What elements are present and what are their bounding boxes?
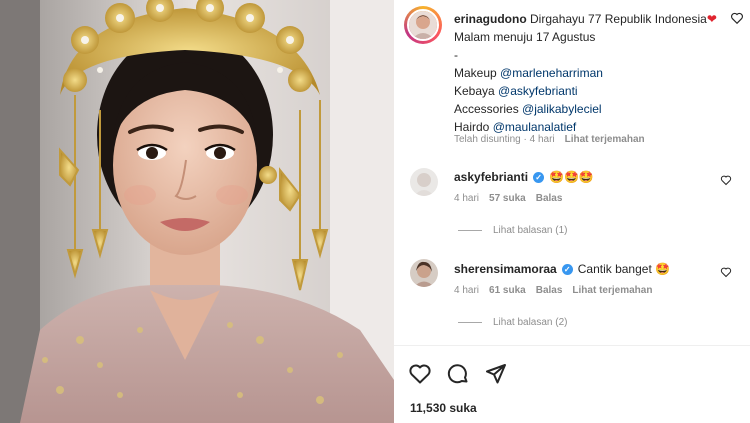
comment-time: 4 hari <box>454 285 480 296</box>
author-avatar[interactable] <box>407 9 439 41</box>
commenter-avatar[interactable] <box>410 259 438 287</box>
comment-1: askyfebrianti ✓ 🤩🤩🤩 <box>454 170 594 184</box>
reply-button[interactable]: Balas <box>536 193 563 204</box>
view-replies-label[interactable]: Lihat balasan (2) <box>493 317 568 328</box>
comment-time: 4 hari <box>454 193 480 204</box>
commenter-avatar[interactable] <box>410 168 438 196</box>
comment-1-meta: 4 hari 57 suka Balas <box>454 193 562 204</box>
mention-link[interactable]: @askyfebrianti <box>498 84 578 98</box>
mention-link[interactable]: @marleneharriman <box>500 66 603 80</box>
caption-like-heart-icon[interactable] <box>730 11 744 28</box>
comment-likes[interactable]: 61 suka <box>489 285 526 296</box>
comment-text: 🤩🤩🤩 <box>549 170 594 184</box>
actions-divider <box>394 345 750 346</box>
comment-like-heart-icon[interactable] <box>720 266 732 281</box>
post-caption: erinagudono Dirgahayu 77 Republik Indone… <box>454 10 744 136</box>
likes-count[interactable]: 11,530 suka <box>410 401 477 415</box>
credit-makeup: Makeup @marleneharriman <box>454 66 603 80</box>
heart-emoji: ❤ <box>706 12 717 26</box>
edited-timestamp: Telah disunting · 4 hari <box>454 134 555 145</box>
caption-text-line1: Dirgahayu 77 Republik Indonesia <box>530 12 707 26</box>
replies-divider <box>458 322 482 323</box>
comment-username[interactable]: sherensimamoraa <box>454 262 557 276</box>
see-translation-link[interactable]: Lihat terjemahan <box>565 134 645 145</box>
comment-username[interactable]: askyfebrianti <box>454 170 528 184</box>
portrait-illustration <box>0 0 394 423</box>
comment-2: sherensimamoraa ✓ Cantik banget 🤩 <box>454 262 670 276</box>
credit-accessories: Accessories @jalikabyleciel <box>454 102 602 116</box>
see-translation-link[interactable]: Lihat terjemahan <box>572 285 652 296</box>
comment-2-meta: 4 hari 61 suka Balas Lihat terjemahan <box>454 285 652 296</box>
view-replies-label[interactable]: Lihat balasan (1) <box>493 225 568 236</box>
comment-text: Cantik banget 🤩 <box>577 262 671 276</box>
view-replies-1[interactable]: Lihat balasan (1) <box>458 225 568 236</box>
comment-likes[interactable]: 57 suka <box>489 193 526 204</box>
author-username[interactable]: erinagudono <box>454 12 527 26</box>
comment-like-heart-icon[interactable] <box>720 174 732 189</box>
verified-icon: ✓ <box>561 263 573 275</box>
post-photo[interactable] <box>0 0 394 423</box>
credit-kebaya: Kebaya @askyfebrianti <box>454 84 578 98</box>
instagram-post: erinagudono Dirgahayu 77 Republik Indone… <box>0 0 750 423</box>
mention-link[interactable]: @jalikabyleciel <box>522 102 602 116</box>
view-replies-2[interactable]: Lihat balasan (2) <box>458 317 568 328</box>
share-icon[interactable] <box>484 362 508 389</box>
comment-icon[interactable] <box>446 362 470 389</box>
post-actions <box>408 362 508 389</box>
reply-button[interactable]: Balas <box>536 285 563 296</box>
replies-divider <box>458 230 482 231</box>
caption-dash: - <box>454 48 458 62</box>
caption-meta: Telah disunting · 4 hari Lihat terjemaha… <box>454 134 645 145</box>
mention-link[interactable]: @maulanalatief <box>493 120 577 134</box>
verified-icon: ✓ <box>533 171 545 183</box>
like-heart-icon[interactable] <box>408 362 432 389</box>
caption-text-line2: Malam menuju 17 Agustus <box>454 30 596 44</box>
